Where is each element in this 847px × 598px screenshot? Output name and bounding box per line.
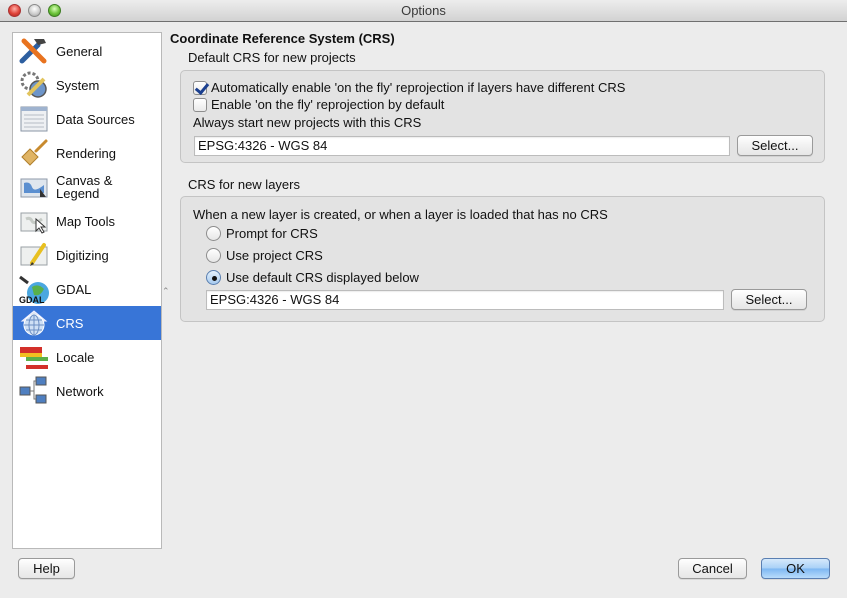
project-crs-field[interactable]: EPSG:4326 - WGS 84 [194,136,730,156]
use-project-crs-row[interactable]: Use project CRS [206,248,323,263]
new-layers-group: When a new layer is created, or when a l… [180,196,825,322]
default-crs-title: Default CRS for new projects [188,50,356,65]
use-default-crs-label: Use default CRS displayed below [226,270,419,285]
ok-button[interactable]: OK [761,558,830,579]
prompt-crs-label: Prompt for CRS [226,226,318,241]
sidebar-item-map-tools[interactable]: Map Tools [13,204,161,238]
prompt-crs-radio[interactable] [206,226,221,241]
sidebar-item-rendering[interactable]: Rendering [13,136,161,170]
zoom-window-button[interactable] [48,4,61,17]
minimize-window-button[interactable] [28,4,41,17]
paintbrush-icon [21,139,48,166]
sidebar-item-system[interactable]: System [13,68,161,102]
tools-icon [19,38,47,64]
use-project-crs-radio[interactable] [206,248,221,263]
sidebar-item-locale[interactable]: Locale [13,340,161,374]
splitter-handle[interactable]: ⌃ [162,286,170,296]
window-title: Options [401,3,446,18]
system-gear-icon [20,71,47,98]
auto-enable-otf-row[interactable]: Automatically enable 'on the fly' reproj… [193,80,625,95]
cancel-button[interactable]: Cancel [678,558,747,579]
sidebar-item-digitizing[interactable]: Digitizing [13,238,161,272]
new-layers-title: CRS for new layers [188,177,300,192]
svg-text:GDAL: GDAL [19,295,45,305]
map-pointer-icon [20,212,48,234]
sidebar-item-general[interactable]: General [13,34,161,68]
table-icon [20,106,48,132]
sidebar-item-network[interactable]: Network [13,374,161,408]
close-window-button[interactable] [8,4,21,17]
section-title: Coordinate Reference System (CRS) [170,31,395,46]
use-default-crs-row[interactable]: Use default CRS displayed below [206,270,419,285]
enable-otf-default-label: Enable 'on the fly' reprojection by defa… [211,97,445,112]
options-sidebar: General System Data Sources Rendering Ca… [12,32,162,549]
prompt-crs-row[interactable]: Prompt for CRS [206,226,318,241]
use-project-crs-label: Use project CRS [226,248,323,263]
sidebar-item-crs[interactable]: CRS [13,306,161,340]
use-default-crs-radio[interactable] [206,270,221,285]
map-pencil-icon [20,243,48,266]
network-icon [19,376,47,404]
default-crs-group: Automatically enable 'on the fly' reproj… [180,70,825,163]
flags-icon [20,347,48,369]
auto-enable-otf-label: Automatically enable 'on the fly' reproj… [211,80,626,95]
always-start-label: Always start new projects with this CRS [193,115,422,130]
sidebar-item-data-sources[interactable]: Data Sources [13,102,161,136]
map-canvas-icon [20,178,48,198]
enable-otf-default-checkbox[interactable] [193,97,207,112]
title-bar: Options [0,0,847,22]
project-crs-select-button[interactable]: Select... [737,135,813,156]
help-button[interactable]: Help [18,558,75,579]
sidebar-item-gdal[interactable]: GDAL GDAL [13,272,161,306]
layer-crs-field[interactable]: EPSG:4326 - WGS 84 [206,290,724,310]
enable-otf-default-row[interactable]: Enable 'on the fly' reprojection by defa… [193,97,444,112]
auto-enable-otf-checkbox[interactable] [193,80,207,95]
layer-crs-select-button[interactable]: Select... [731,289,807,310]
new-layers-description: When a new layer is created, or when a l… [193,207,608,222]
sidebar-item-canvas-legend[interactable]: Canvas & Legend [13,170,161,204]
gdal-globe-icon: GDAL [19,275,49,305]
crs-globe-icon [20,310,48,336]
